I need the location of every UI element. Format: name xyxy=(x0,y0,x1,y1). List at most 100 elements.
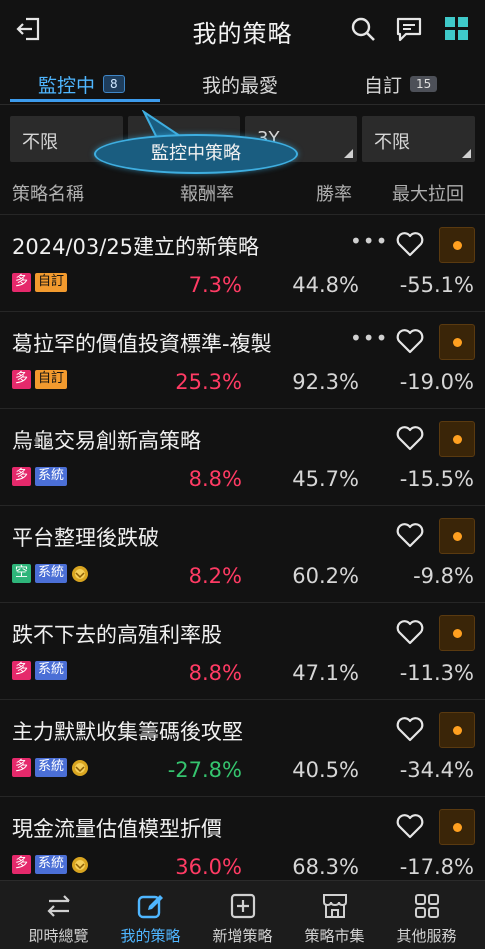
winrate-value: 45.7% xyxy=(292,467,359,491)
premium-coin-icon xyxy=(72,759,89,776)
winrate-value: 60.2% xyxy=(292,564,359,588)
tab-favorites[interactable]: 我的最愛 xyxy=(202,66,278,102)
tag-type: 系統 xyxy=(35,661,68,680)
nav-label: 新增策略 xyxy=(212,927,273,945)
column-header-name[interactable]: 策略名稱 xyxy=(12,180,84,206)
strategy-row[interactable]: 2024/03/25建立的新策略 ••• 多 自訂 7.3% 44.8% -55… xyxy=(0,215,485,312)
more-icon[interactable]: ••• xyxy=(350,326,388,350)
strategy-name: 平台整理後跌破 xyxy=(12,526,159,550)
column-header-winrate[interactable]: 勝率 xyxy=(316,180,352,206)
heart-icon[interactable] xyxy=(396,716,424,742)
tab-indicator xyxy=(10,99,160,102)
tag-direction: 多 xyxy=(12,855,32,874)
apps-grid-icon xyxy=(415,894,439,918)
heart-icon[interactable] xyxy=(396,619,424,645)
monitor-toggle[interactable] xyxy=(439,324,475,360)
winrate-value: 44.8% xyxy=(292,273,359,297)
tab-label: 監控中 xyxy=(38,74,96,97)
column-header-return[interactable]: 報酬率 xyxy=(180,180,234,206)
grid-icon[interactable] xyxy=(442,14,472,44)
nav-strategy-market[interactable]: 策略市集 xyxy=(286,881,383,949)
bottom-navigation: 即時總覽 我的策略 新增策略 策略市集 其他服務 xyxy=(0,880,485,949)
monitor-toggle[interactable] xyxy=(439,421,475,457)
heart-icon[interactable] xyxy=(396,813,424,839)
strategy-row[interactable]: 平台整理後跌破 空 系統 8.2% 60.2% -9.8% xyxy=(0,506,485,603)
strategy-name: 跌不下去的高殖利率股 xyxy=(12,623,222,647)
strategy-row[interactable]: 烏龜交易創新高策略 多 系統 8.8% 45.7% -15.5% xyxy=(0,409,485,506)
drawdown-value: -19.0% xyxy=(399,370,474,394)
heart-icon[interactable] xyxy=(396,425,424,451)
tag-direction: 多 xyxy=(12,370,32,389)
premium-coin-icon xyxy=(72,565,89,582)
winrate-value: 40.5% xyxy=(292,758,359,782)
strategy-name: 現金流量估值模型折價 xyxy=(12,817,222,841)
nav-my-strategies[interactable]: 我的策略 xyxy=(102,881,199,949)
edit-icon xyxy=(137,895,163,919)
more-icon[interactable]: ••• xyxy=(350,229,388,253)
return-value: 8.8% xyxy=(188,661,242,685)
strategy-row[interactable]: 主力默默收集籌碼後攻堅 多 系統 -27.8% 40.5% -34.4% xyxy=(0,700,485,797)
drawdown-value: -34.4% xyxy=(399,758,474,782)
return-value: -27.8% xyxy=(167,758,242,782)
tooltip-bubble: 監控中策略 xyxy=(94,134,298,174)
drawdown-value: -9.8% xyxy=(413,564,474,588)
tab-custom[interactable]: 自訂 15 xyxy=(364,66,438,102)
filter-dropdown-4[interactable]: 不限 xyxy=(362,116,475,162)
store-icon xyxy=(323,894,347,918)
nav-label: 其他服務 xyxy=(396,927,457,945)
tag-direction: 多 xyxy=(12,758,32,777)
swap-arrows-icon xyxy=(47,895,70,917)
tag-type: 自訂 xyxy=(35,370,68,389)
tag-direction: 多 xyxy=(12,273,32,292)
tag-direction: 多 xyxy=(12,467,32,486)
monitor-toggle[interactable] xyxy=(439,809,475,845)
count-badge: 15 xyxy=(410,76,438,92)
heart-icon[interactable] xyxy=(396,522,424,548)
divider xyxy=(0,104,485,105)
return-value: 25.3% xyxy=(175,370,242,394)
add-square-icon xyxy=(230,893,256,919)
strategy-name: 烏龜交易創新高策略 xyxy=(12,429,201,453)
monitor-toggle[interactable] xyxy=(439,712,475,748)
tab-label: 自訂 xyxy=(364,74,403,97)
search-icon[interactable] xyxy=(348,14,378,44)
nav-other-services[interactable]: 其他服務 xyxy=(378,881,475,949)
heart-icon[interactable] xyxy=(396,328,424,354)
return-value: 36.0% xyxy=(175,855,242,879)
message-icon[interactable] xyxy=(394,14,424,44)
monitor-toggle[interactable] xyxy=(439,518,475,554)
drawdown-value: -55.1% xyxy=(399,273,474,297)
winrate-value: 68.3% xyxy=(292,855,359,879)
tag-direction: 多 xyxy=(12,661,32,680)
strategy-row[interactable]: 跌不下去的高殖利率股 多 系統 8.8% 47.1% -11.3% xyxy=(0,603,485,700)
return-value: 8.2% xyxy=(188,564,242,588)
tag-direction: 空 xyxy=(12,564,32,583)
winrate-value: 92.3% xyxy=(292,370,359,394)
nav-overview[interactable]: 即時總覽 xyxy=(10,881,107,949)
column-header-drawdown[interactable]: 最大拉回 xyxy=(392,180,464,206)
heart-icon[interactable] xyxy=(396,231,424,257)
strategy-name: 主力默默收集籌碼後攻堅 xyxy=(12,720,243,744)
return-value: 7.3% xyxy=(188,273,242,297)
tag-type: 自訂 xyxy=(35,273,68,292)
count-badge: 8 xyxy=(103,75,125,93)
tag-type: 系統 xyxy=(35,855,68,874)
drawdown-value: -17.8% xyxy=(399,855,474,879)
tag-type: 系統 xyxy=(35,564,68,583)
nav-label: 即時總覽 xyxy=(28,927,89,945)
tab-monitoring[interactable]: 監控中 8 xyxy=(38,66,125,102)
app-header: 我的策略 xyxy=(0,0,485,62)
strategy-name: 2024/03/25建立的新策略 xyxy=(12,235,260,259)
strategy-name: 葛拉罕的價值投資標準-複製 xyxy=(12,332,272,356)
monitor-toggle[interactable] xyxy=(439,615,475,651)
strategy-row[interactable]: 葛拉罕的價值投資標準-複製 ••• 多 自訂 25.3% 92.3% -19.0… xyxy=(0,312,485,409)
nav-label: 我的策略 xyxy=(120,927,181,945)
drawdown-value: -15.5% xyxy=(399,467,474,491)
monitor-toggle[interactable] xyxy=(439,227,475,263)
tab-bar: 監控中 8 我的最愛 自訂 15 xyxy=(0,62,485,104)
tag-type: 系統 xyxy=(35,467,68,486)
tab-label: 我的最愛 xyxy=(202,74,279,97)
winrate-value: 47.1% xyxy=(292,661,359,685)
nav-label: 策略市集 xyxy=(304,927,365,945)
nav-add-strategy[interactable]: 新增策略 xyxy=(194,881,291,949)
